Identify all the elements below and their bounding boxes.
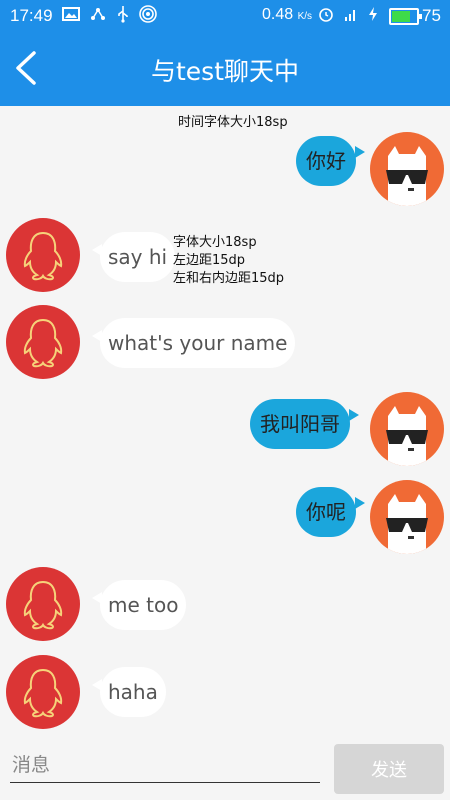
avatar[interactable] [6,218,80,292]
message-text: me too [108,593,179,617]
message-bubble[interactable]: haha [92,667,166,717]
bubble-annotation: 字体大小18sp 左边距15dp 左和右内边距15dp [173,234,284,288]
message-text: 你好 [306,149,346,173]
cat-sunglasses-icon [386,146,428,206]
share-icon [91,8,106,20]
network-speed-unit: K/s [297,11,313,22]
avatar[interactable] [6,655,80,729]
penguin-icon [23,580,63,630]
avatar[interactable] [6,567,80,641]
message-text: what's your name [108,331,288,355]
avatar[interactable] [6,305,80,379]
time-annotation: 时间字体大小18sp [178,115,288,130]
signal-icon [345,10,356,22]
message-text: say hi [108,245,168,269]
hotspot-icon [139,5,158,23]
alarm-icon [319,8,333,22]
notification-icons [62,5,158,23]
status-bar: 17:49 0.48 K/s 75 [0,0,450,32]
battery-icon [389,8,422,25]
page-title: 与test聊天中 [150,57,299,86]
send-button[interactable]: 发送 [334,744,444,794]
avatar[interactable] [370,392,444,466]
chat-area[interactable]: 时间字体大小18sp 你好 say hi 字体大小18sp 左边距15dp 左和… [0,106,450,740]
system-icons [318,5,378,22]
avatar[interactable] [370,480,444,554]
message-input[interactable] [10,748,320,783]
charging-icon [369,7,378,22]
message-bubble[interactable]: me too [92,580,187,630]
annotation-line: 左和右内边距15dp [173,271,285,286]
annotation-line: 左边距15dp [173,253,246,268]
message-bubble[interactable]: what's your name [92,318,296,368]
title-bar: 与test聊天中 [0,32,450,106]
avatar[interactable] [370,132,444,206]
penguin-icon [23,318,63,368]
image-icon [62,7,80,21]
battery-percent: 75 [422,6,441,25]
input-bar: 发送 [0,740,450,800]
message-text: 你呢 [306,500,346,524]
status-time: 17:49 [10,6,53,25]
message-text: 我叫阳哥 [260,412,340,436]
annotation-line: 字体大小18sp [173,235,257,250]
message-bubble[interactable]: 你好 [296,136,365,186]
cat-sunglasses-icon [386,406,428,466]
usb-icon [118,6,128,23]
cat-sunglasses-icon [386,494,428,554]
message-bubble[interactable]: say hi [92,232,176,282]
message-bubble[interactable]: 你呢 [296,487,365,537]
penguin-icon [23,668,63,718]
network-speed: 0.48 K/s [262,6,312,24]
message-text: haha [108,680,158,704]
network-speed-value: 0.48 [262,6,294,23]
message-bubble[interactable]: 我叫阳哥 [250,399,359,449]
penguin-icon [23,231,63,281]
